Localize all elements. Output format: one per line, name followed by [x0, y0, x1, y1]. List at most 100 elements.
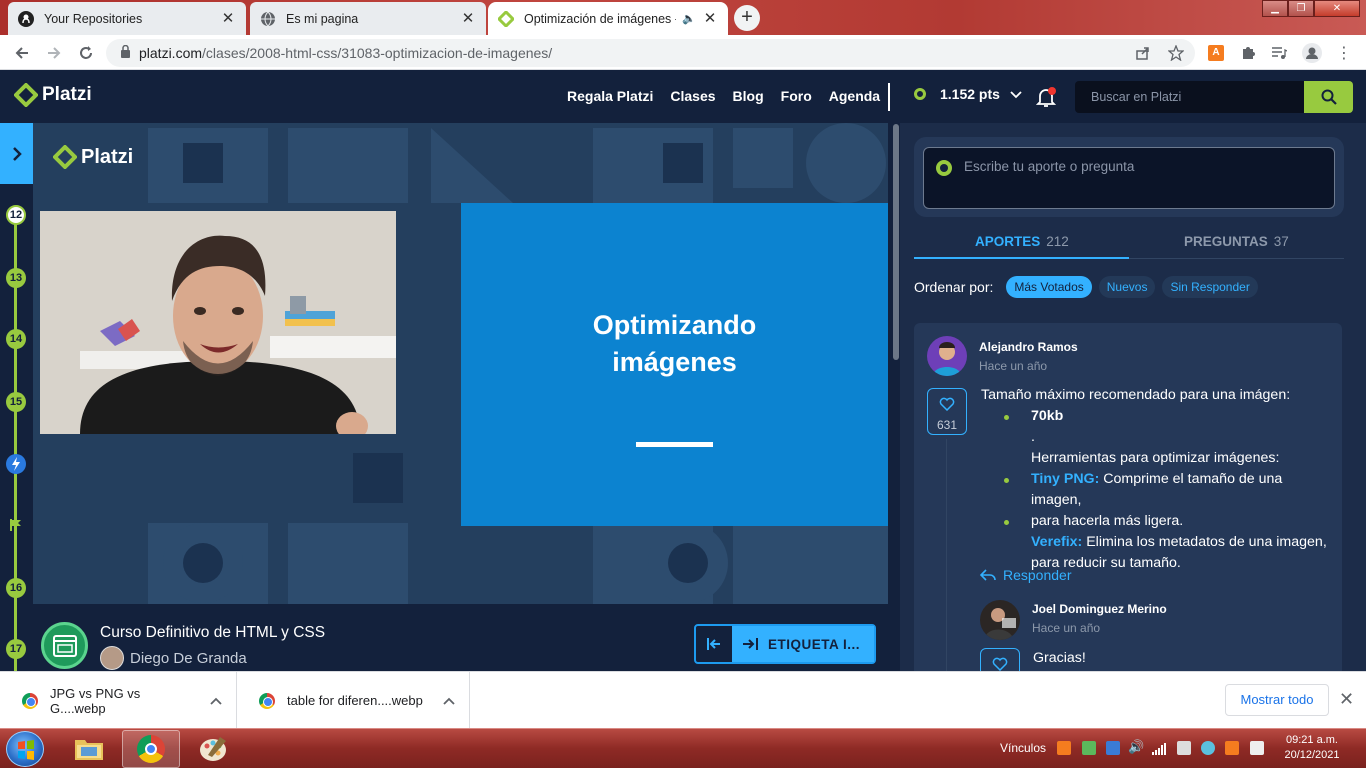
clock-date: 20/12/2021	[1284, 749, 1340, 761]
tray-links-label[interactable]: Vínculos	[1000, 741, 1046, 755]
close-tab-icon[interactable]: ✕	[460, 10, 476, 27]
bookmark-star-icon[interactable]	[1164, 41, 1188, 65]
tray-globe-icon[interactable]	[1201, 741, 1215, 755]
nav-agenda[interactable]: Agenda	[829, 88, 880, 104]
nav-regala-platzi[interactable]: Regala Platzi	[567, 88, 653, 104]
show-all-button[interactable]: Mostrar todo	[1225, 684, 1329, 716]
post-author[interactable]: Alejandro Ramos	[979, 340, 1078, 354]
ask-input[interactable]: Escribe tu aporte o pregunta	[923, 147, 1335, 209]
download-item[interactable]: table for diferen....webp	[237, 672, 470, 729]
close-tab-icon[interactable]: ✕	[220, 10, 236, 27]
course-title[interactable]: Curso Definitivo de HTML y CSS	[100, 624, 325, 642]
tray-avast-icon[interactable]	[1225, 741, 1239, 755]
notification-bell-icon[interactable]	[1035, 86, 1057, 113]
tool1-link[interactable]: Tiny PNG:	[1031, 471, 1099, 487]
flag-icon[interactable]	[9, 518, 23, 537]
timeline-item[interactable]: 17	[6, 639, 26, 659]
lightning-icon[interactable]	[6, 454, 26, 474]
download-filename: table for diferen....webp	[287, 693, 423, 708]
slide-title: Optimizando imágenes	[461, 307, 888, 381]
reply-time: Hace un año	[1032, 621, 1101, 635]
timeline-item[interactable]: 13	[6, 268, 26, 288]
nav-clases[interactable]: Clases	[670, 88, 715, 104]
main-nav: Regala Platzi Clases Blog Foro Agenda	[567, 88, 897, 104]
close-downloads-icon[interactable]: ✕	[1339, 689, 1354, 710]
close-tab-icon[interactable]: ✕	[702, 10, 718, 27]
tray-device-icon[interactable]	[1177, 741, 1191, 755]
kebab-menu-icon[interactable]: ⋮	[1332, 41, 1356, 65]
contribution-card: Alejandro Ramos Hace un año 631 Tamaño m…	[914, 323, 1342, 683]
back-arrow-icon[interactable]	[10, 41, 34, 65]
nav-blog[interactable]: Blog	[733, 88, 764, 104]
ask-placeholder: Escribe tu aporte o pregunta	[964, 159, 1135, 174]
speaker-icon[interactable]: 🔈	[682, 12, 696, 25]
taskbar-chrome[interactable]	[122, 730, 180, 768]
tray-nvidia-icon[interactable]	[1082, 741, 1096, 755]
platzi-header: Platzi Regala Platzi Clases Blog Foro Ag…	[0, 71, 1366, 123]
nav-foro[interactable]: Foro	[781, 88, 812, 104]
reply-author[interactable]: Joel Dominguez Merino	[1032, 602, 1167, 616]
expand-rail-button[interactable]	[0, 123, 33, 184]
tab-es-mi-pagina[interactable]: Es mi pagina ✕	[250, 2, 486, 35]
timeline-item[interactable]: 16	[6, 578, 26, 598]
media-control-icon[interactable]	[1267, 41, 1291, 65]
sort-sin-responder[interactable]: Sin Responder	[1162, 276, 1258, 298]
timeline-item[interactable]: 15	[6, 392, 26, 412]
reply-button[interactable]: Responder	[980, 567, 1072, 583]
search-button[interactable]	[1304, 81, 1353, 113]
reply-author-avatar[interactable]	[980, 600, 1020, 640]
forward-arrow-icon[interactable]	[42, 41, 66, 65]
reply-label: Responder	[1003, 567, 1072, 583]
system-clock[interactable]: 09:21 a.m. 20/12/2021	[1276, 733, 1348, 763]
course-badge-icon[interactable]	[41, 622, 88, 669]
tab-aportes[interactable]: APORTES 212	[975, 234, 1069, 249]
sort-nuevos[interactable]: Nuevos	[1098, 276, 1156, 298]
new-tab-button[interactable]: +	[734, 5, 760, 31]
page-scrollbar[interactable]	[893, 124, 899, 360]
minimize-button[interactable]: ▁	[1262, 0, 1288, 17]
points-dropdown[interactable]: 1.152 pts	[914, 86, 1022, 102]
start-button[interactable]	[6, 731, 44, 767]
previous-class-button[interactable]	[696, 626, 732, 662]
profile-avatar-icon[interactable]	[1300, 41, 1324, 65]
close-window-button[interactable]: ✕	[1314, 0, 1360, 17]
volume-icon[interactable]: 🔊	[1128, 739, 1144, 755]
address-bar[interactable]: platzi.com/clases/2008-html-css/31083-op…	[106, 39, 1195, 67]
timeline-item[interactable]: 14	[6, 329, 26, 349]
platzi-logo[interactable]: Platzi	[14, 83, 92, 107]
next-class-button[interactable]: ETIQUETA I...	[732, 626, 874, 662]
extensions-puzzle-icon[interactable]	[1236, 41, 1260, 65]
downloads-bar: JPG vs PNG vs G....webp table for difere…	[0, 671, 1366, 729]
like-button[interactable]: 631	[927, 388, 967, 435]
post-tool1-cont: para hacerla más ligera.	[1031, 513, 1184, 529]
taskbar-explorer[interactable]	[60, 730, 118, 768]
post-tool2: Verefix: Elimina los metadatos de una im…	[981, 532, 1336, 553]
course-author[interactable]: Diego De Granda	[100, 646, 247, 670]
extension-a-icon[interactable]: A	[1204, 41, 1228, 65]
taskbar-paint[interactable]	[184, 730, 242, 768]
post-tool1: Tiny PNG: Comprime el tamaño de una imag…	[981, 469, 1336, 511]
tray-network-icon[interactable]	[1106, 741, 1120, 755]
search-input[interactable]: Buscar en Platzi	[1075, 81, 1304, 113]
author-avatar[interactable]	[927, 336, 967, 376]
reload-icon[interactable]	[74, 41, 98, 65]
tool2-link[interactable]: Verefix:	[1031, 534, 1082, 550]
video-player[interactable]: Platzi Optimizando imágenes	[33, 123, 888, 604]
tray-flag-icon[interactable]	[1250, 741, 1264, 755]
maximize-button[interactable]: ❐	[1288, 0, 1314, 17]
signal-icon[interactable]	[1152, 742, 1166, 760]
course-info-bar: Curso Definitivo de HTML y CSS Diego De …	[33, 604, 888, 671]
sort-mas-votados[interactable]: Más Votados	[1006, 276, 1092, 298]
tray-app-icon[interactable]	[1057, 741, 1071, 755]
post-body: Tamaño máximo recomendado para una imáge…	[981, 385, 1336, 574]
tab-your-repositories[interactable]: Your Repositories ✕	[8, 2, 246, 35]
sort-label: Ordenar por:	[914, 279, 994, 295]
share-icon[interactable]	[1131, 41, 1155, 65]
header-divider	[888, 83, 890, 111]
timeline-item-current[interactable]: 12	[6, 205, 26, 225]
chevron-up-icon[interactable]	[210, 694, 222, 708]
chevron-up-icon[interactable]	[443, 694, 455, 708]
tab-optimizacion[interactable]: Optimización de imágenes - 🔈 ✕	[488, 2, 728, 35]
tab-preguntas[interactable]: PREGUNTAS 37	[1184, 234, 1289, 249]
download-item[interactable]: JPG vs PNG vs G....webp	[0, 672, 237, 729]
